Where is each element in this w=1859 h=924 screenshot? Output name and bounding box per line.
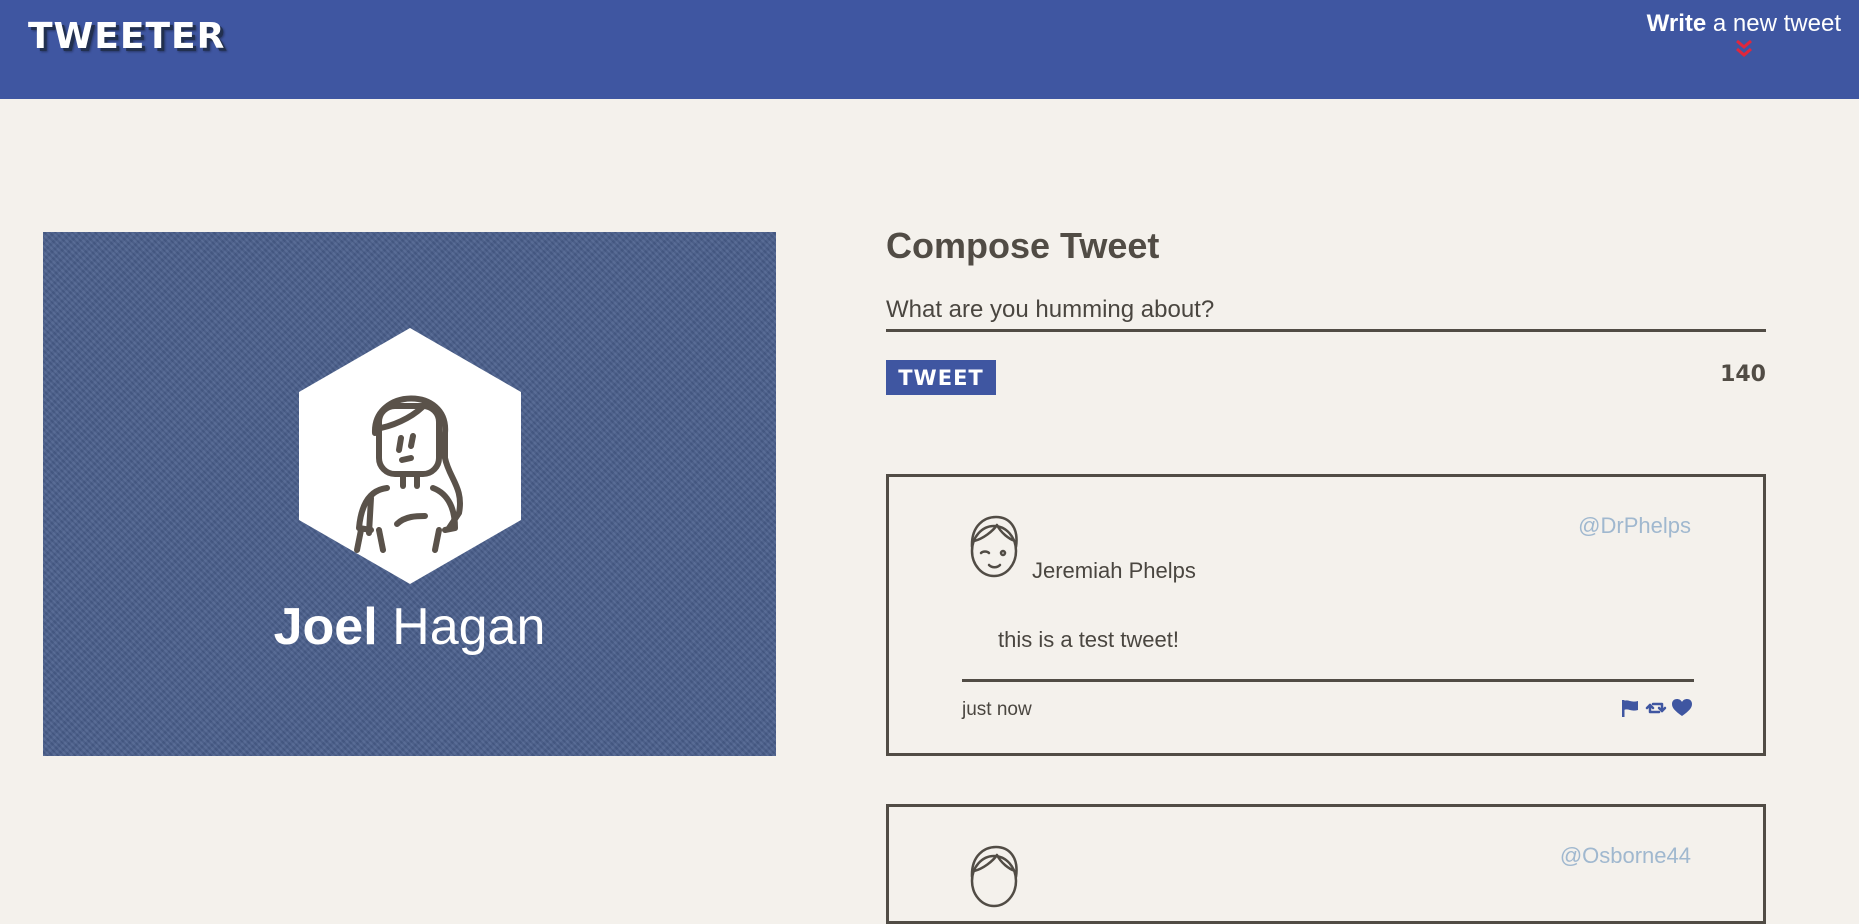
profile-first-name: Joel <box>273 598 378 656</box>
tweet-actions <box>1619 697 1693 719</box>
write-new-tweet-toggle[interactable]: Write a new tweet <box>1647 10 1841 60</box>
heart-icon[interactable] <box>1671 697 1693 719</box>
compose-section: Compose Tweet TWEET 140 <box>886 222 1766 396</box>
profile-card: Joel Hagan <box>43 232 776 756</box>
tweet-card: @DrPhelps Jeremiah Phelps this is a test… <box>886 474 1766 756</box>
tweet-timestamp: just now <box>962 699 1032 720</box>
compose-toggle-bold: Write <box>1646 10 1707 37</box>
retweet-icon[interactable] <box>1645 697 1667 719</box>
tweet-handle[interactable]: @DrPhelps <box>1578 513 1691 539</box>
winking-face-avatar-icon <box>970 515 1018 578</box>
tweet-author-name: Jeremiah Phelps <box>1032 558 1196 583</box>
woman-avatar-icon <box>299 328 521 584</box>
compose-toggle-light: a new tweet <box>1706 10 1841 37</box>
tweet-text-input[interactable] <box>886 290 1766 332</box>
profile-last-name: Hagan <box>392 598 546 656</box>
tweet-divider <box>962 679 1694 682</box>
tweet-submit-button[interactable]: TWEET <box>886 360 996 395</box>
tweet-card: @Osborne44 <box>886 804 1766 924</box>
flag-icon[interactable] <box>1619 697 1641 719</box>
character-counter: 140 <box>1720 362 1766 387</box>
face-avatar-icon <box>970 845 1018 908</box>
compose-title: Compose Tweet <box>886 225 1160 266</box>
tweet-body: this is a test tweet! <box>998 627 1179 652</box>
double-chevron-down-icon <box>1735 39 1752 57</box>
tweet-handle[interactable]: @Osborne44 <box>1560 843 1691 869</box>
tweeter-logo[interactable]: TWEETER <box>28 16 225 57</box>
profile-name: Joel Hagan <box>43 597 776 657</box>
top-nav: TWEETER Write a new tweet <box>0 0 1859 99</box>
compose-actions-row: TWEET 140 <box>886 360 1766 396</box>
